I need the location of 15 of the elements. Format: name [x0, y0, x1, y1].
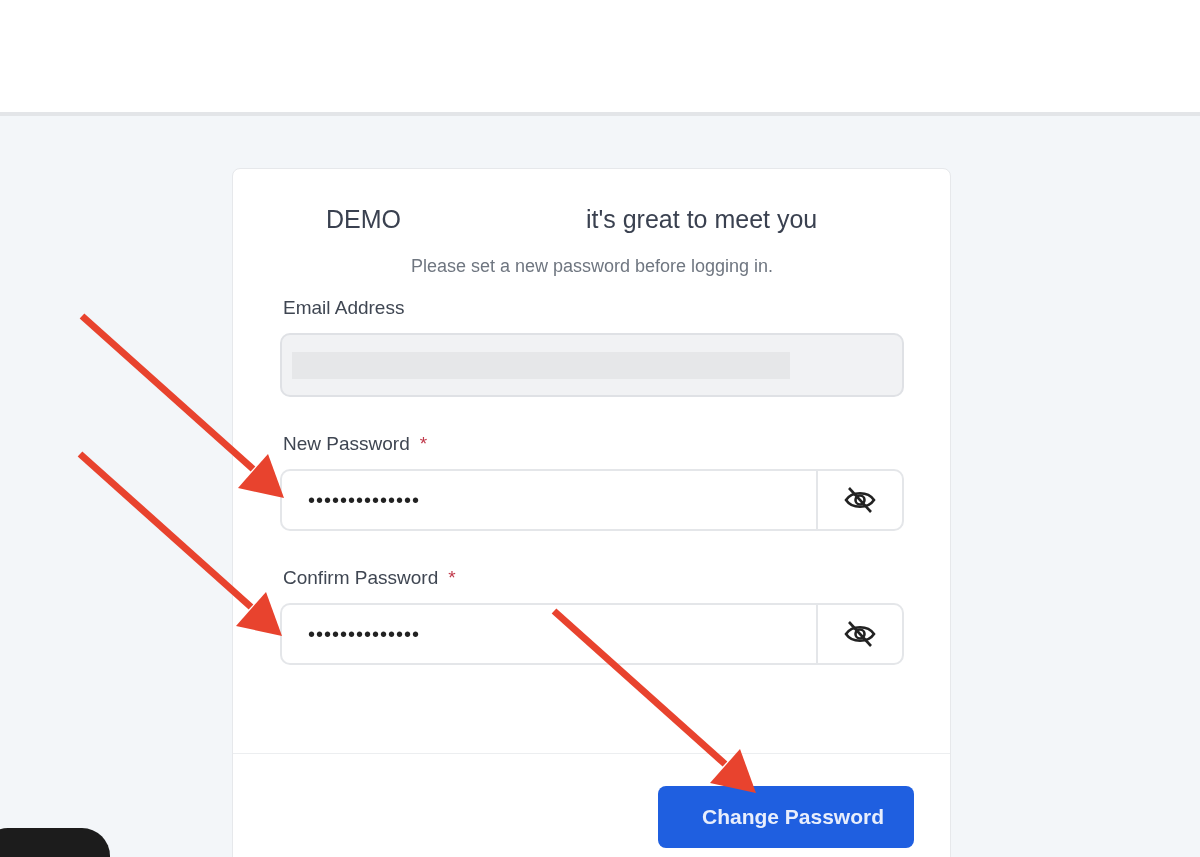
password-field[interactable]: •••••••••••••• — [280, 469, 816, 531]
password-field[interactable]: •••••••••••••• — [280, 603, 816, 665]
visibility-toggle-button[interactable] — [816, 603, 904, 665]
greeting-title: it's great to meet you — [586, 205, 818, 234]
subtitle: Please set a new password before logging in. — [409, 256, 775, 277]
visibility-toggle-button[interactable] — [816, 469, 904, 531]
required-mark: * — [448, 567, 456, 588]
required-mark: * — [419, 433, 428, 454]
eye-slash-icon — [843, 485, 877, 515]
field-label: Email Address — [283, 297, 405, 318]
field-label: New Password — [283, 433, 410, 454]
greeting-title: DEMO — [326, 205, 401, 234]
field-label: Confirm Password — [283, 567, 439, 588]
eye-slash-icon — [843, 619, 877, 649]
change-password-button[interactable]: Change Password — [658, 786, 914, 848]
